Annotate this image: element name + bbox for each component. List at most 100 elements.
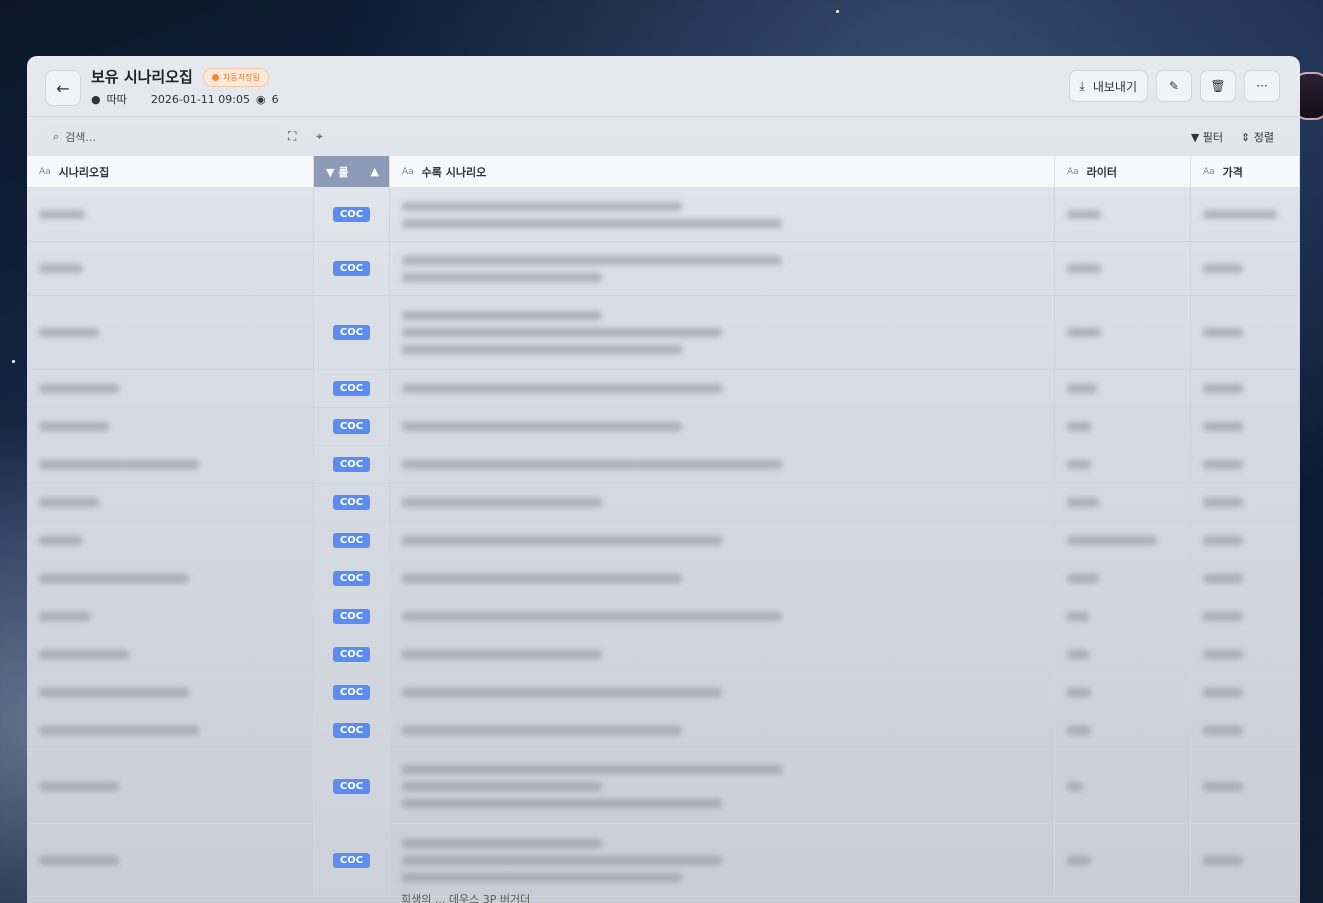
collection-cell[interactable] [27,446,314,483]
rule-cell[interactable]: COC [314,188,390,241]
scenarios-cell[interactable] [390,522,1055,559]
rule-cell[interactable]: COC [314,522,390,559]
scenarios-cell[interactable] [390,824,1055,896]
price-cell[interactable] [1191,370,1300,407]
scenarios-cell[interactable] [390,188,1055,241]
table-row[interactable]: COC [27,712,1300,750]
table-row[interactable]: COC [27,188,1300,242]
column-header-price[interactable]: Aa 가격 [1191,156,1300,187]
price-cell[interactable] [1191,242,1300,295]
rule-cell[interactable]: COC [314,560,390,597]
table-row[interactable]: COC [27,242,1300,296]
table-row[interactable]: COC [27,824,1300,897]
table-row[interactable]: COC [27,408,1300,446]
rule-cell[interactable]: COC [314,636,390,673]
table-row[interactable]: COC [27,522,1300,560]
table-row[interactable]: COC [27,484,1300,522]
writer-cell[interactable] [1055,560,1191,597]
price-cell[interactable] [1191,598,1300,635]
collapse-icon[interactable]: ⌖ [316,129,323,144]
column-header-collection[interactable]: Aa 시나리오집 [27,156,314,187]
collection-cell[interactable] [27,188,314,241]
table-row[interactable]: COC [27,446,1300,484]
rule-cell[interactable]: COC [314,598,390,635]
collection-cell[interactable] [27,296,314,369]
writer-cell[interactable] [1055,712,1191,749]
table-row[interactable]: COC [27,598,1300,636]
writer-cell[interactable] [1055,242,1191,295]
rule-cell[interactable]: COC [314,370,390,407]
table-row[interactable]: COC [27,636,1300,674]
more-button[interactable]: ··· [1244,70,1280,102]
table-row[interactable]: COC [27,674,1300,712]
table-row[interactable]: COC [27,296,1300,370]
scenarios-cell[interactable] [390,560,1055,597]
writer-cell[interactable] [1055,408,1191,445]
collection-cell[interactable] [27,242,314,295]
writer-cell[interactable] [1055,750,1191,823]
scenarios-cell[interactable] [390,636,1055,673]
collection-cell[interactable] [27,674,314,711]
price-cell[interactable] [1191,560,1300,597]
rule-cell[interactable]: COC [314,446,390,483]
scenarios-cell[interactable] [390,674,1055,711]
price-cell[interactable] [1191,522,1300,559]
rule-cell[interactable]: COC [314,296,390,369]
collection-cell[interactable] [27,484,314,521]
collection-cell[interactable] [27,408,314,445]
column-header-scenarios[interactable]: Aa 수록 시나리오 [390,156,1055,187]
scenarios-cell[interactable] [390,750,1055,823]
writer-cell[interactable] [1055,484,1191,521]
writer-cell[interactable] [1055,824,1191,896]
price-cell[interactable] [1191,636,1300,673]
column-header-writer[interactable]: Aa 라이터 [1055,156,1191,187]
table-row[interactable]: COC [27,560,1300,598]
price-cell[interactable] [1191,824,1300,896]
scenarios-cell[interactable] [390,484,1055,521]
collection-cell[interactable] [27,712,314,749]
collection-cell[interactable] [27,370,314,407]
rule-cell[interactable]: COC [314,484,390,521]
scenarios-cell[interactable] [390,370,1055,407]
export-button[interactable]: ⤓ 내보내기 [1068,70,1148,102]
delete-button[interactable]: 🗑 [1200,70,1236,102]
back-button[interactable]: ← [45,70,81,106]
rule-cell[interactable]: COC [314,408,390,445]
collection-cell[interactable] [27,522,314,559]
rule-cell[interactable]: COC [314,674,390,711]
writer-cell[interactable] [1055,598,1191,635]
price-cell[interactable] [1191,296,1300,369]
scenarios-cell[interactable] [390,446,1055,483]
expand-icon[interactable]: ⛶ [288,129,296,144]
collection-cell[interactable] [27,560,314,597]
scenarios-cell[interactable] [390,242,1055,295]
table-row[interactable]: COC [27,750,1300,824]
rule-cell[interactable]: COC [314,242,390,295]
price-cell[interactable] [1191,408,1300,445]
writer-cell[interactable] [1055,188,1191,241]
table-row[interactable]: COC [27,370,1300,408]
price-cell[interactable] [1191,712,1300,749]
column-header-rule[interactable]: ▼ 룰 ▲ [314,156,390,187]
collection-cell[interactable] [27,750,314,823]
writer-cell[interactable] [1055,446,1191,483]
sort-button[interactable]: ⇕ 정렬 [1241,129,1274,145]
price-cell[interactable] [1191,484,1300,521]
edit-button[interactable]: ✎ [1156,70,1192,102]
scenarios-cell[interactable] [390,408,1055,445]
search-input[interactable]: ⌕ 검색... [45,125,281,149]
collection-cell[interactable] [27,598,314,635]
price-cell[interactable] [1191,750,1300,823]
scenarios-cell[interactable] [390,598,1055,635]
filter-button[interactable]: ▼ 필터 [1191,129,1223,145]
price-cell[interactable] [1191,674,1300,711]
collection-cell[interactable] [27,824,314,896]
rule-cell[interactable]: COC [314,824,390,896]
rule-cell[interactable]: COC [314,712,390,749]
writer-cell[interactable] [1055,370,1191,407]
writer-cell[interactable] [1055,674,1191,711]
writer-cell[interactable] [1055,636,1191,673]
price-cell[interactable] [1191,446,1300,483]
rule-cell[interactable]: COC [314,750,390,823]
price-cell[interactable] [1191,188,1300,241]
